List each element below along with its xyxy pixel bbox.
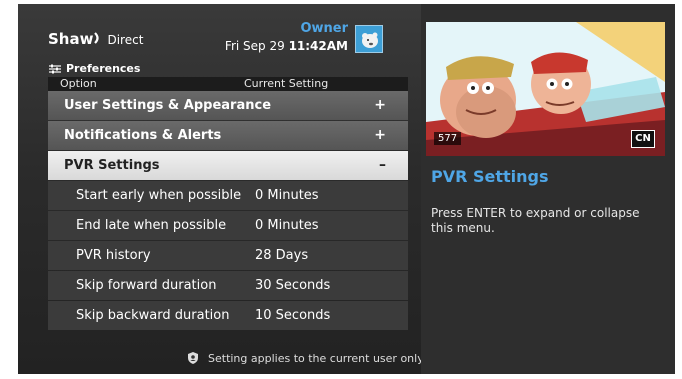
setting-value: 28 Days [255, 248, 309, 263]
menu-item-label: PVR Settings [64, 158, 160, 173]
column-option: Option [60, 77, 97, 90]
shaw-direct-logo: Shaw Direct [48, 30, 143, 48]
setting-label: End late when possible [76, 218, 227, 233]
tv-screen: Shaw Direct Owner Fri Sep 29 11:42AM Pre… [18, 4, 675, 374]
user-name: Owner [300, 21, 348, 36]
setting-skip-forward[interactable]: Skip forward duration 30 Seconds [48, 271, 408, 300]
collapse-minus-icon: – [379, 157, 386, 173]
live-tv-preview: 577 CN [426, 22, 665, 156]
polar-bear-icon [362, 32, 378, 48]
setting-value: 30 Seconds [255, 278, 331, 293]
column-current-setting: Current Setting [244, 77, 329, 90]
expand-plus-icon: + [374, 97, 386, 113]
setting-label: PVR history [76, 248, 151, 263]
info-description: Press ENTER to expand or collapse this m… [431, 206, 640, 235]
time-text: 11:42AM [288, 39, 348, 53]
column-header: Option Current Setting [48, 77, 408, 91]
info-panel: 577 CN PVR Settings Press ENTER to expan… [421, 4, 675, 374]
cartoon-preview-image [426, 22, 665, 156]
settings-menu: User Settings & Appearance + Notificatio… [48, 91, 408, 331]
sliders-icon [49, 64, 61, 73]
setting-value: 0 Minutes [255, 218, 319, 233]
channel-number: 577 [434, 132, 462, 145]
setting-start-early[interactable]: Start early when possible 0 Minutes [48, 181, 408, 210]
setting-skip-backward[interactable]: Skip backward duration 10 Seconds [48, 301, 408, 330]
menu-notifications-alerts[interactable]: Notifications & Alerts + [48, 121, 408, 150]
setting-label: Skip backward duration [76, 308, 230, 323]
date-text: Fri Sep 29 [224, 39, 285, 53]
date-time: Fri Sep 29 11:42AM [208, 39, 348, 53]
menu-user-settings-appearance[interactable]: User Settings & Appearance + [48, 91, 408, 120]
setting-label: Skip forward duration [76, 278, 217, 293]
setting-label: Start early when possible [76, 188, 242, 203]
setting-value: 0 Minutes [255, 188, 319, 203]
setting-pvr-history[interactable]: PVR history 28 Days [48, 241, 408, 270]
breadcrumb: Preferences [48, 62, 140, 75]
avatar [355, 25, 383, 53]
menu-item-label: User Settings & Appearance [64, 98, 272, 113]
menu-pvr-settings[interactable]: PVR Settings – [48, 151, 408, 180]
brand-main: Shaw [48, 30, 94, 48]
setting-value: 10 Seconds [255, 308, 331, 323]
menu-item-label: Notifications & Alerts [64, 128, 222, 143]
user-shield-icon [188, 352, 198, 364]
brand-sub: Direct [107, 33, 144, 47]
info-title: PVR Settings [431, 167, 549, 186]
user-info: Owner Fri Sep 29 11:42AM [208, 21, 348, 53]
setting-end-late[interactable]: End late when possible 0 Minutes [48, 211, 408, 240]
footer-note: Setting applies to the current user only [186, 351, 424, 365]
network-logo: CN [631, 130, 655, 148]
footer-note-text: Setting applies to the current user only [208, 351, 424, 365]
expand-plus-icon: + [374, 127, 386, 143]
brand-swoosh-icon [94, 32, 100, 44]
breadcrumb-label: Preferences [66, 62, 141, 75]
